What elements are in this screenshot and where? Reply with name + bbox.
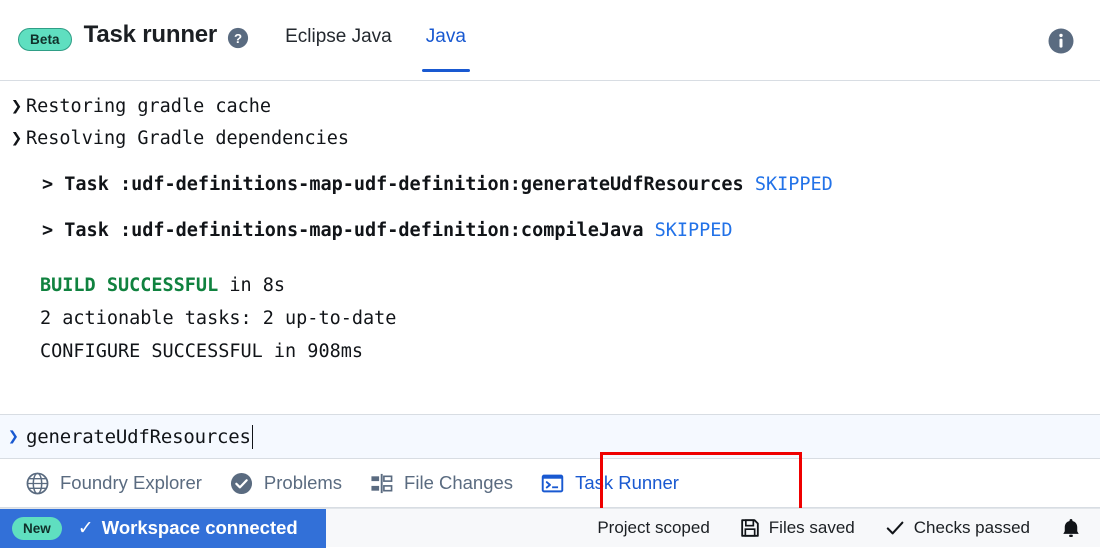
console-build-result: BUILD SUCCESSFUL in 8s 2 actionable task… bbox=[0, 269, 1100, 368]
bottom-tab-label: Problems bbox=[263, 472, 343, 493]
task-prefix: > Task bbox=[42, 220, 120, 241]
console-task-line: > Task :udf-definitions-map-udf-definiti… bbox=[0, 215, 1100, 247]
question-mark-circle-icon[interactable]: ? bbox=[227, 27, 249, 49]
build-time: in 8s bbox=[218, 275, 286, 296]
tab-label: Eclipse Java bbox=[285, 26, 392, 47]
build-status-line: BUILD SUCCESSFUL in 8s bbox=[40, 269, 1100, 302]
chevron-icon: ❯ bbox=[8, 426, 19, 447]
chevron-icon: ❯ bbox=[11, 128, 23, 149]
bottom-tab-label: Foundry Explorer bbox=[60, 472, 202, 493]
app-header: Beta Task runner ? Eclipse Java Java bbox=[0, 0, 1100, 81]
check-icon: ✓ bbox=[77, 517, 94, 539]
new-badge: New bbox=[12, 516, 62, 540]
status-item-label: Files saved bbox=[768, 518, 855, 537]
status-project-scoped[interactable]: Project scoped bbox=[597, 518, 709, 538]
header-tabs: Eclipse Java Java bbox=[275, 0, 490, 80]
console-line: ❯ Restoring gradle cache bbox=[0, 91, 1100, 123]
task-prefix: > Task bbox=[42, 174, 120, 195]
console-line-text: Restoring gradle cache bbox=[26, 96, 272, 117]
task-status: SKIPPED bbox=[754, 174, 833, 195]
page-title: Task runner bbox=[83, 21, 218, 48]
beta-badge: Beta bbox=[18, 28, 72, 51]
bottom-tab-label: Task Runner bbox=[575, 472, 679, 493]
configure-line: CONFIGURE SUCCESSFUL in 908ms bbox=[40, 341, 364, 362]
tab-label: Java bbox=[425, 26, 466, 47]
task-runner-console-output: ❯ Restoring gradle cache ❯ Resolving Gra… bbox=[0, 81, 1100, 414]
status-bar: New ✓ Workspace connected Project scoped… bbox=[0, 508, 1100, 548]
build-status: BUILD SUCCESSFUL bbox=[40, 275, 219, 296]
console-line-text: Resolving Gradle dependencies bbox=[26, 128, 350, 149]
info-circle-icon[interactable] bbox=[1048, 28, 1074, 54]
tasks-summary: 2 actionable tasks: 2 up-to-date bbox=[40, 308, 397, 329]
status-item-label: Project scoped bbox=[597, 518, 710, 537]
command-input-bar[interactable]: ❯ generateUdfResources bbox=[0, 414, 1100, 459]
bottom-tab-problems[interactable]: Problems bbox=[216, 459, 356, 507]
status-item-label: Checks passed bbox=[913, 518, 1030, 537]
bottom-tab-foundry-explorer[interactable]: Foundry Explorer bbox=[12, 459, 216, 507]
status-files-saved[interactable]: Files saved bbox=[740, 518, 855, 538]
check-circle-icon bbox=[230, 472, 253, 495]
bottom-tab-task-runner[interactable]: Task Runner bbox=[527, 459, 693, 507]
floppy-disk-icon bbox=[740, 518, 760, 538]
svg-text:?: ? bbox=[234, 31, 242, 46]
console-task-line: > Task :udf-definitions-map-udf-definiti… bbox=[0, 169, 1100, 201]
tab-eclipse-java[interactable]: Eclipse Java bbox=[275, 0, 402, 80]
bottom-tab-bar: Foundry Explorer Problems File Changes T… bbox=[0, 459, 1100, 508]
terminal-icon bbox=[541, 472, 564, 495]
bottom-tab-file-changes[interactable]: File Changes bbox=[356, 459, 527, 507]
task-name: :udf-definitions-map-udf-definition:comp… bbox=[119, 220, 644, 241]
status-workspace-connected[interactable]: New ✓ Workspace connected bbox=[0, 508, 326, 548]
status-connected-label: Workspace connected bbox=[101, 517, 298, 538]
chevron-icon: ❯ bbox=[11, 96, 23, 117]
task-status: SKIPPED bbox=[654, 220, 733, 241]
console-line: ❯ Resolving Gradle dependencies bbox=[0, 123, 1100, 155]
text-cursor bbox=[251, 424, 254, 449]
task-name: :udf-definitions-map-udf-definition:gene… bbox=[119, 174, 744, 195]
diff-compare-icon bbox=[370, 472, 393, 495]
bottom-tab-label: File Changes bbox=[404, 472, 514, 493]
command-input[interactable]: generateUdfResources bbox=[26, 426, 251, 448]
tab-java[interactable]: Java bbox=[416, 0, 476, 80]
status-bar-right-group: Project scoped Files saved Checks passed bbox=[567, 517, 1100, 539]
status-checks-passed[interactable]: Checks passed bbox=[885, 518, 1030, 538]
globe-icon bbox=[26, 472, 49, 495]
check-icon bbox=[885, 518, 905, 538]
bell-icon[interactable] bbox=[1060, 517, 1082, 539]
